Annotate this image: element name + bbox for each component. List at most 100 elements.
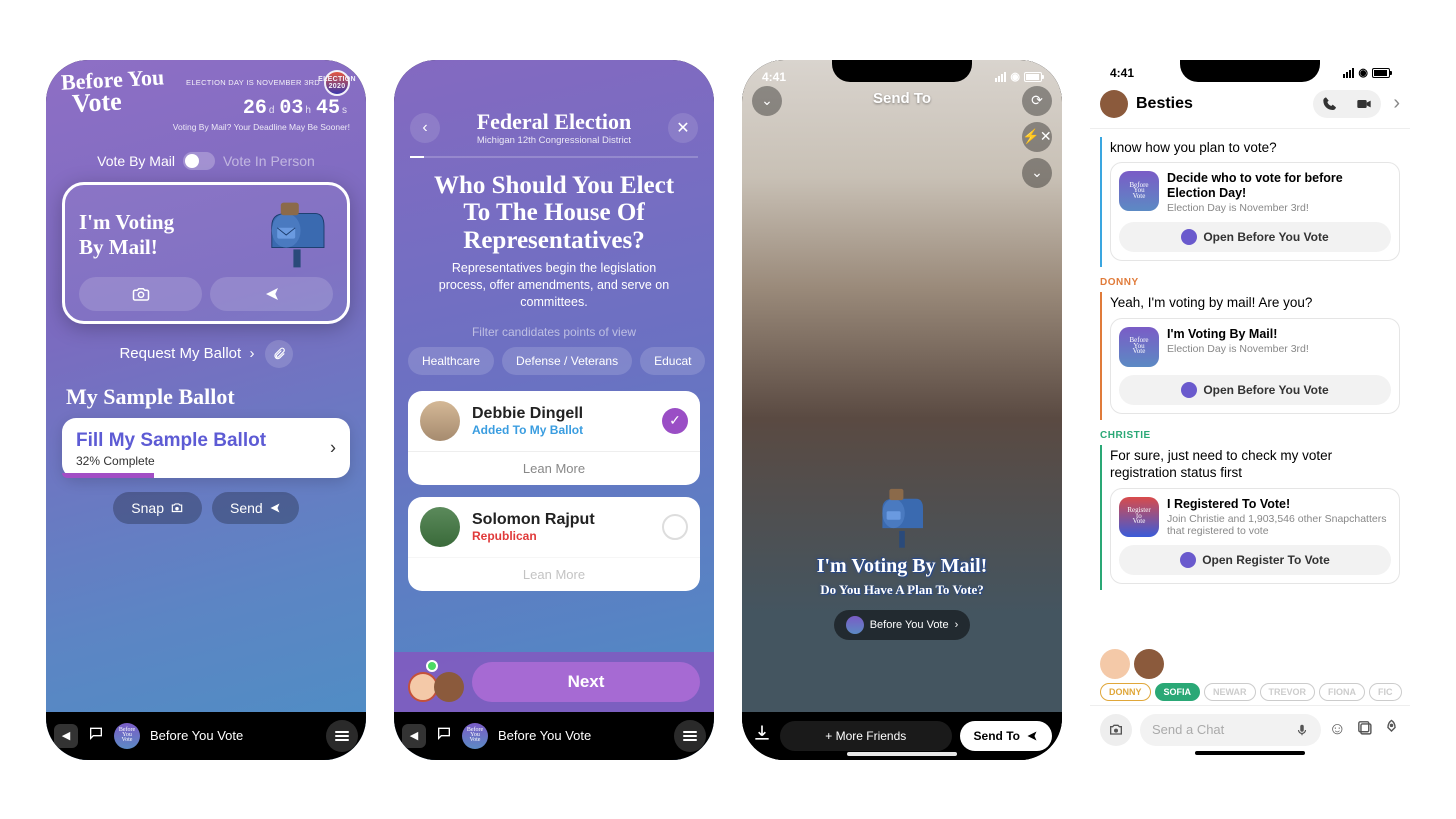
learn-more-button[interactable]: Lean More xyxy=(408,557,700,591)
phone-before-you-vote-home: Before You Vote ELECTION DAY IS NOVEMBER… xyxy=(46,60,366,760)
byv-attachment-card[interactable]: BeforeYouVote Decide who to vote for bef… xyxy=(1110,162,1400,261)
expand-icon[interactable]: ⌄ xyxy=(1022,158,1052,188)
friends-bitmoji xyxy=(408,662,464,702)
chip-defense[interactable]: Defense / Veterans xyxy=(502,347,632,375)
learn-more-button[interactable]: Lean More xyxy=(408,451,700,485)
sticker-line2: Do You Have A Plan To Vote? xyxy=(820,582,984,598)
mail-card-line1: I'm Voting xyxy=(79,210,174,234)
crop-icon[interactable]: ⟳ xyxy=(1022,86,1052,116)
card-subtitle: Join Christie and 1,903,546 other Snapch… xyxy=(1167,513,1391,537)
back-button[interactable]: ◀ xyxy=(54,724,78,748)
card-subtitle: Election Day is November 3rd! xyxy=(1167,343,1309,355)
home-indicator xyxy=(1195,751,1305,755)
fill-sample-ballot-card[interactable]: Fill My Sample Ballot 32% Complete › xyxy=(62,418,350,478)
friend-chip[interactable]: FIONA xyxy=(1319,683,1365,701)
snap-sticker: I'm Voting By Mail! Do You Have A Plan T… xyxy=(742,487,1062,640)
phone-federal-election: ‹ Federal Election Michigan 12th Congres… xyxy=(394,60,714,760)
menu-button[interactable] xyxy=(326,720,358,752)
candidate-party: Republican xyxy=(472,529,595,543)
next-button[interactable]: Next xyxy=(472,662,700,702)
call-button[interactable] xyxy=(1313,90,1347,118)
friend-chip[interactable]: SOFIA xyxy=(1155,683,1201,701)
send-icon xyxy=(1026,730,1038,742)
chat-title[interactable]: Besties xyxy=(1136,95,1193,113)
status-time: 4:41 xyxy=(762,70,786,84)
toggle-vote-in-person-label: Vote In Person xyxy=(223,153,315,169)
sender-name: DONNY xyxy=(1100,277,1400,288)
chevron-down-button[interactable]: ⌄ xyxy=(752,86,782,116)
open-icon xyxy=(1181,382,1197,398)
card-title: I'm Voting By Mail! xyxy=(1167,327,1309,342)
friend-chip[interactable]: DONNY xyxy=(1100,683,1151,701)
camera-button[interactable] xyxy=(1100,714,1132,746)
open-register-button[interactable]: Open Register To Vote xyxy=(1119,545,1391,575)
signal-icon xyxy=(995,72,1006,82)
candidate-card[interactable]: Debbie Dingell Added To My Ballot ✓ Lean… xyxy=(408,391,700,485)
phone-send-snap: 4:41 ◉ ⌄ ⟳ ⚡✕ ⌄ Send To xyxy=(742,60,1062,760)
attachment-icon[interactable] xyxy=(265,340,293,368)
chip-healthcare[interactable]: Healthcare xyxy=(408,347,494,375)
group-avatar[interactable] xyxy=(1100,90,1128,118)
byv-app-icon: BeforeYouVote xyxy=(114,723,140,749)
chat-icon[interactable] xyxy=(436,725,452,746)
back-button[interactable]: ◀ xyxy=(402,724,426,748)
snap-button[interactable]: Snap xyxy=(113,492,202,524)
send-button[interactable]: Send xyxy=(212,492,299,524)
voting-by-mail-card[interactable]: I'm Voting By Mail! xyxy=(62,182,350,324)
download-button[interactable] xyxy=(752,723,772,748)
wifi-icon: ◉ xyxy=(1358,66,1368,79)
candidate-avatar xyxy=(420,507,460,547)
emoji-icon[interactable]: ☺ xyxy=(1329,719,1346,741)
open-icon xyxy=(1180,552,1196,568)
vote-method-toggle[interactable] xyxy=(183,152,215,170)
mic-icon[interactable] xyxy=(1295,723,1309,737)
election-2020-badge: ELECTION2020 xyxy=(324,70,350,96)
request-ballot-link[interactable]: Request My Ballot › xyxy=(119,345,254,362)
send-arrow-button[interactable] xyxy=(210,277,333,311)
open-byv-button[interactable]: Open Before You Vote xyxy=(1119,222,1391,252)
mail-card-line2: By Mail! xyxy=(79,235,174,259)
candidate-selected-icon[interactable]: ✓ xyxy=(662,408,688,434)
flash-off-icon[interactable]: ⚡✕ xyxy=(1022,122,1052,152)
phone-chat: 4:41 ◉ Besties › xyxy=(1090,60,1410,760)
rocket-icon[interactable] xyxy=(1383,719,1400,741)
video-button[interactable] xyxy=(1347,90,1381,118)
candidate-card[interactable]: Solomon Rajput Republican Lean More xyxy=(408,497,700,591)
input-placeholder: Send a Chat xyxy=(1152,722,1224,737)
byv-attachment-card[interactable]: BeforeYouVote I'm Voting By Mail! Electi… xyxy=(1110,318,1400,414)
byv-card-icon: BeforeYouVote xyxy=(1119,171,1159,211)
send-to-button[interactable]: Send To xyxy=(960,721,1052,751)
fill-ballot-title: Fill My Sample Ballot xyxy=(76,430,336,452)
message-text: For sure, just need to check my voter re… xyxy=(1110,447,1400,482)
card-subtitle: Election Day is November 3rd! xyxy=(1167,202,1391,214)
mailbox-icon xyxy=(261,199,333,271)
snap-camera-button[interactable] xyxy=(79,277,202,311)
byv-pill-icon xyxy=(846,616,864,634)
back-button[interactable]: ‹ xyxy=(410,113,440,143)
send-icon xyxy=(264,286,280,302)
candidate-unselected-icon[interactable] xyxy=(662,514,688,540)
friend-chip[interactable]: TREVOR xyxy=(1260,683,1316,701)
status-icons: ◉ xyxy=(1343,66,1390,79)
byv-attribution-pill[interactable]: Before You Vote › xyxy=(834,610,971,640)
status-icons: ◉ xyxy=(995,70,1042,83)
chat-icon[interactable] xyxy=(88,725,104,746)
register-vote-card[interactable]: RegistertoVote I Registered To Vote! Joi… xyxy=(1110,488,1400,584)
friend-chip[interactable]: NEWAR xyxy=(1204,683,1256,701)
deadline-warning: Voting By Mail? Your Deadline May Be Soo… xyxy=(173,122,350,132)
open-byv-button[interactable]: Open Before You Vote xyxy=(1119,375,1391,405)
home-indicator xyxy=(847,752,957,756)
chat-input[interactable]: Send a Chat xyxy=(1140,714,1321,746)
countdown-days: 26 xyxy=(243,97,267,120)
fill-ballot-percent: 32% Complete xyxy=(76,454,336,468)
menu-button[interactable] xyxy=(674,720,706,752)
candidate-name: Debbie Dingell xyxy=(472,405,583,423)
close-button[interactable]: ✕ xyxy=(668,113,698,143)
camera-icon xyxy=(170,501,184,515)
friend-chip[interactable]: FIC xyxy=(1369,683,1402,701)
progress-indicator xyxy=(410,156,698,158)
gallery-icon[interactable] xyxy=(1356,719,1373,741)
chevron-right-icon[interactable]: › xyxy=(1393,92,1400,115)
chip-education[interactable]: Educat xyxy=(640,347,705,375)
more-friends-button[interactable]: + More Friends xyxy=(780,721,952,751)
